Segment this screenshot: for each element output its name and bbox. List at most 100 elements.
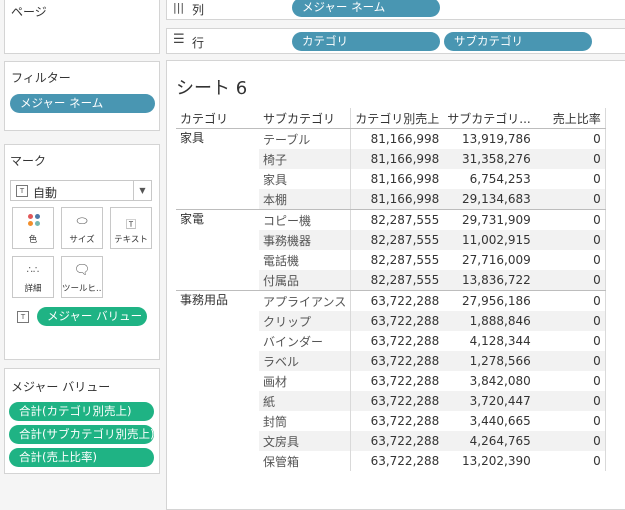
header-category-sales[interactable]: カテゴリ別売上 [350, 108, 444, 129]
subcategory-cell[interactable]: 事務機器 [259, 230, 351, 250]
subcategory-cell[interactable]: テーブル [259, 129, 351, 150]
subcategory-sales-cell[interactable]: 13,919,786 [443, 129, 534, 150]
sales-ratio-cell[interactable]: 0 [534, 371, 606, 391]
category-sales-cell[interactable]: 63,722,288 [350, 371, 444, 391]
subcategory-cell[interactable]: 文房具 [259, 431, 351, 451]
subcategory-sales-cell[interactable]: 4,128,344 [443, 331, 534, 351]
category-sales-cell[interactable]: 63,722,288 [350, 311, 444, 331]
subcategory-sales-cell[interactable]: 27,956,186 [443, 291, 534, 312]
subcategory-sales-cell[interactable]: 13,836,722 [443, 270, 535, 291]
subcategory-cell[interactable]: 家具 [259, 169, 351, 189]
header-category[interactable]: カテゴリ [176, 108, 259, 129]
category-sales-cell[interactable]: 81,166,998 [350, 149, 444, 169]
marks-panel [4, 144, 160, 360]
category-sales-cell[interactable]: 63,722,288 [350, 351, 444, 371]
subcategory-sales-cell[interactable]: 1,278,566 [443, 351, 535, 371]
category-sales-cell[interactable]: 82,287,555 [350, 209, 444, 230]
text-button[interactable]: 🅃 テキスト [110, 207, 152, 249]
sales-ratio-cell[interactable]: 0 [534, 250, 606, 270]
sales-ratio-cell[interactable]: 0 [534, 411, 606, 431]
sales-ratio-cell[interactable]: 0 [534, 270, 606, 291]
subcategory-cell[interactable]: 保管箱 [259, 451, 351, 471]
category-sales-cell[interactable]: 81,166,998 [350, 128, 444, 149]
tooltip-button[interactable]: 🗨 ツールヒ... [61, 256, 103, 298]
category-sales-cell[interactable]: 63,722,288 [350, 451, 444, 471]
chevron-down-icon[interactable]: ▼ [133, 181, 151, 200]
subcategory-sales-cell[interactable]: 13,202,390 [443, 451, 534, 471]
sales-ratio-cell[interactable]: 0 [534, 149, 606, 169]
text-label: テキスト [114, 235, 148, 245]
subcategory-sales-cell[interactable]: 11,002,915 [443, 230, 535, 250]
subcategory-sales-cell[interactable]: 1,888,846 [443, 311, 535, 331]
sales-ratio-cell[interactable]: 0 [534, 391, 606, 411]
subcategory-cell[interactable]: 画材 [259, 371, 351, 391]
category-cell[interactable]: 家電 [176, 209, 259, 291]
rows-pill-subcategory[interactable]: サブカテゴリ [444, 32, 592, 51]
category-sales-cell[interactable]: 63,722,288 [350, 391, 444, 411]
subcategory-sales-cell[interactable]: 29,134,683 [443, 189, 535, 210]
subcategory-cell[interactable]: 椅子 [259, 149, 351, 169]
subcategory-cell[interactable]: 紙 [259, 391, 351, 411]
subcategory-sales-cell[interactable]: 31,358,276 [443, 149, 535, 169]
subcategory-cell[interactable]: 本棚 [259, 189, 351, 210]
rows-pill-category[interactable]: カテゴリ [292, 32, 440, 51]
category-sales-cell[interactable]: 82,287,555 [350, 250, 444, 270]
category-sales-cell[interactable]: 63,722,288 [350, 431, 444, 451]
sales-ratio-cell[interactable]: 0 [534, 209, 606, 230]
header-subcategory-sales[interactable]: サブカテゴリ... [443, 108, 535, 129]
sheet-title: シート 6 [176, 78, 248, 99]
category-sales-cell[interactable]: 81,166,998 [350, 169, 444, 189]
category-sales-cell[interactable]: 63,722,288 [350, 411, 444, 431]
measure-pill-sales-ratio[interactable]: 合計(売上比率) [9, 448, 154, 467]
subcategory-cell[interactable]: 電話機 [259, 250, 351, 270]
category-sales-cell[interactable]: 81,166,998 [350, 189, 444, 210]
rows-shelf[interactable]: ☰ 行 カテゴリ サブカテゴリ [166, 28, 625, 54]
measure-pill-category-sales[interactable]: 合計(カテゴリ別売上) [9, 402, 154, 421]
filter-pill-measure-names[interactable]: メジャー ネーム [10, 94, 155, 113]
subcategory-sales-cell[interactable]: 4,264,765 [443, 431, 535, 451]
subcategory-sales-cell[interactable]: 29,731,909 [443, 210, 534, 231]
category-cell[interactable]: 事務用品 [176, 291, 259, 472]
subcategory-cell[interactable]: 封筒 [259, 411, 351, 431]
sales-ratio-cell[interactable]: 0 [534, 311, 606, 331]
subcategory-sales-cell[interactable]: 3,842,080 [443, 371, 534, 391]
detail-button[interactable]: ∴∴ 詳細 [12, 256, 54, 298]
sales-ratio-cell[interactable]: 0 [534, 169, 606, 189]
filters-panel[interactable]: フィルター メジャー ネーム [4, 61, 160, 131]
header-sales-ratio[interactable]: 売上比率 [534, 108, 606, 129]
category-sales-cell[interactable]: 82,287,555 [350, 230, 444, 250]
columns-label: 列 [192, 3, 205, 17]
sales-ratio-cell[interactable]: 0 [534, 128, 606, 149]
sales-ratio-cell[interactable]: 0 [534, 351, 606, 371]
subcategory-sales-cell[interactable]: 3,440,665 [443, 411, 534, 431]
subcategory-cell[interactable]: クリップ [259, 311, 351, 331]
category-sales-cell[interactable]: 63,722,288 [350, 331, 444, 351]
sales-ratio-cell[interactable]: 0 [534, 290, 606, 311]
subcategory-sales-cell[interactable]: 27,716,009 [443, 250, 534, 270]
subcategory-cell[interactable]: コピー機 [259, 210, 351, 231]
measure-pill-subcategory-sales[interactable]: 合計(サブカテゴリ別売上) [9, 425, 154, 444]
pages-panel[interactable]: ページ [4, 0, 160, 54]
columns-shelf[interactable]: ||| 列 メジャー ネーム [166, 0, 625, 20]
category-sales-cell[interactable]: 82,287,555 [350, 270, 444, 291]
category-sales-cell[interactable]: 63,722,288 [350, 290, 444, 311]
columns-pill-measure-names[interactable]: メジャー ネーム [292, 0, 440, 17]
sales-ratio-cell[interactable]: 0 [534, 451, 606, 471]
sales-ratio-cell[interactable]: 0 [534, 331, 606, 351]
mark-type-dropdown[interactable]: T 自動 ▼ [10, 180, 152, 201]
sales-ratio-cell[interactable]: 0 [534, 431, 606, 451]
header-subcategory[interactable]: サブカテゴリ [259, 108, 351, 129]
size-button[interactable]: ⬭ サイズ [61, 207, 103, 249]
category-cell[interactable]: 家具 [176, 128, 259, 210]
subcategory-cell[interactable]: 付属品 [259, 270, 351, 291]
rows-label: 行 [192, 36, 205, 50]
subcategory-cell[interactable]: ラベル [259, 351, 351, 371]
sales-ratio-cell[interactable]: 0 [534, 189, 606, 210]
subcategory-sales-cell[interactable]: 6,754,253 [443, 169, 534, 189]
subcategory-cell[interactable]: バインダー [259, 331, 351, 351]
subcategory-cell[interactable]: アプライアンス [259, 291, 351, 312]
color-button[interactable]: 色 [12, 207, 54, 249]
subcategory-sales-cell[interactable]: 3,720,447 [443, 391, 535, 411]
marks-pill-measure-values[interactable]: メジャー バリュー [37, 307, 147, 326]
sales-ratio-cell[interactable]: 0 [534, 230, 606, 250]
